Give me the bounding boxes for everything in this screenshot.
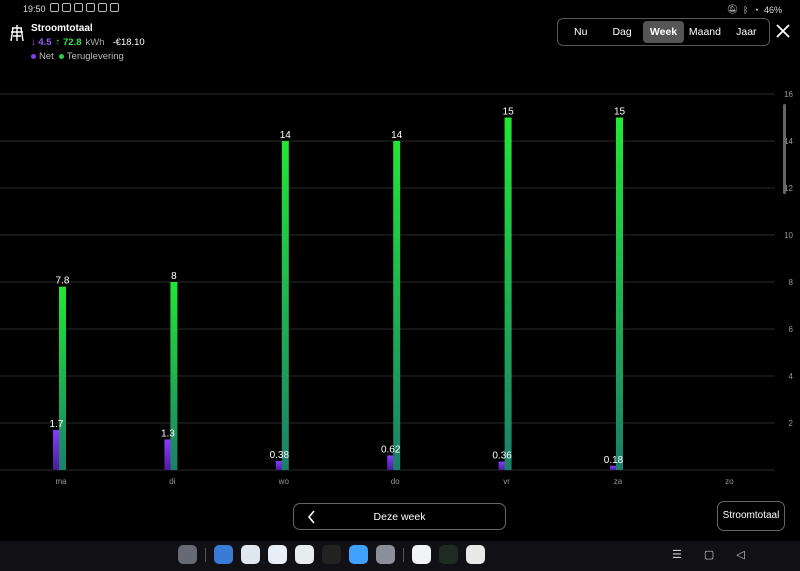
data-label: 0.18 — [604, 455, 624, 466]
x-tick-label: zo — [725, 477, 734, 486]
week-navigator: Deze week — [293, 503, 506, 530]
y-tick-label: 10 — [784, 231, 793, 240]
back-icon[interactable]: ◁ — [736, 548, 744, 561]
chrome-icon[interactable] — [295, 545, 314, 564]
phone-icon[interactable] — [241, 545, 260, 564]
x-tick-label: di — [169, 477, 175, 486]
y-tick-label: 2 — [789, 419, 794, 428]
energy-bar-chart: 246810121416 ma1.77.8di1.38wo0.3814do0.6… — [0, 90, 794, 486]
stroomtotaal-button[interactable]: Stroomtotaal — [717, 501, 785, 531]
bar-net[interactable] — [164, 439, 172, 470]
data-label: 14 — [391, 130, 403, 141]
dock-separator — [205, 547, 206, 562]
data-label: 1.3 — [161, 428, 175, 439]
gallery-icon[interactable] — [349, 545, 368, 564]
bar-net[interactable] — [53, 430, 60, 470]
x-tick-label: do — [391, 477, 400, 486]
bar-net[interactable] — [275, 461, 283, 470]
energy-app-icon[interactable] — [439, 545, 458, 564]
data-label: 1.7 — [50, 419, 64, 430]
x-tick-label: wo — [278, 477, 290, 486]
app-dock — [178, 545, 485, 564]
bar-teruglevering[interactable] — [59, 286, 66, 470]
navigation-keys: ☰ ▢ ◁ — [672, 548, 745, 561]
y-tick-label: 16 — [784, 90, 793, 99]
x-tick-label: ma — [55, 477, 67, 486]
apps-grid-icon[interactable] — [178, 545, 197, 564]
data-label: 0.36 — [492, 451, 512, 462]
x-tick-label: za — [614, 477, 623, 486]
home-icon[interactable]: ▢ — [704, 548, 714, 561]
google-icon[interactable] — [412, 545, 431, 564]
bar-net[interactable] — [387, 455, 395, 470]
y-tick-label: 4 — [789, 372, 794, 381]
data-label: 15 — [614, 107, 626, 118]
bar-teruglevering[interactable] — [393, 141, 401, 470]
youtube-icon[interactable] — [466, 545, 485, 564]
settings-icon[interactable] — [376, 545, 395, 564]
data-label: 8 — [171, 271, 177, 282]
data-label: 15 — [503, 107, 515, 118]
system-navigation-bar: ☰ ▢ ◁ — [0, 541, 800, 571]
x-tick-label: vr — [503, 477, 510, 486]
files-icon[interactable] — [214, 545, 233, 564]
bar-teruglevering[interactable] — [616, 117, 623, 471]
camera-icon[interactable] — [322, 545, 341, 564]
y-tick-label: 6 — [789, 325, 794, 334]
bar-teruglevering[interactable] — [170, 282, 178, 470]
data-label: 0.62 — [381, 444, 401, 455]
messages-icon[interactable] — [268, 545, 287, 564]
week-label[interactable]: Deze week — [294, 511, 505, 523]
bar-net[interactable] — [498, 461, 506, 470]
bar-teruglevering[interactable] — [281, 141, 289, 470]
data-label: 7.8 — [56, 276, 70, 287]
scrollbar-thumb[interactable] — [783, 104, 786, 194]
dock-separator — [403, 547, 404, 562]
data-label: 14 — [280, 130, 292, 141]
y-tick-label: 8 — [789, 278, 794, 287]
recents-icon[interactable]: ☰ — [672, 548, 682, 561]
data-label: 0.38 — [270, 450, 290, 461]
bar-teruglevering[interactable] — [504, 117, 512, 471]
bar-net[interactable] — [610, 465, 617, 470]
